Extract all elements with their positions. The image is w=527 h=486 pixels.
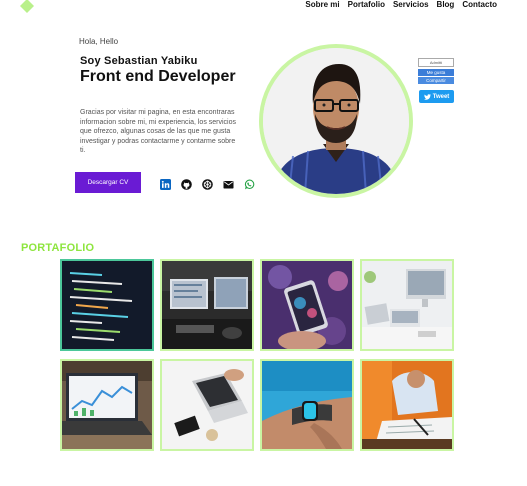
portfolio-item-analytics[interactable]: [60, 359, 154, 451]
whatsapp-icon[interactable]: [244, 179, 255, 190]
portfolio-item-phone[interactable]: [260, 259, 354, 351]
hero-intro: Gracias por visitar mi pagina, en esta e…: [80, 109, 236, 155]
download-cv-button[interactable]: Descargar CV: [75, 172, 141, 193]
greeting-text: Hola, Hello: [79, 37, 119, 46]
twitter-bird-icon: [423, 93, 431, 100]
mail-icon[interactable]: [223, 179, 234, 190]
nav-blog[interactable]: Blog: [437, 0, 455, 9]
widget-label: Admitti: [418, 58, 454, 67]
hero-role: Front end Developer: [80, 68, 236, 85]
portfolio-title: PORTAFOLIO: [21, 242, 95, 254]
top-nav: Sobre mi Portafolio Servicios Blog Conta…: [305, 0, 497, 9]
portfolio-grid: [60, 259, 456, 453]
social-links: [160, 179, 255, 190]
social-share-widget: Admitti Me gusta Compartir: [418, 58, 454, 84]
nav-contacto[interactable]: Contacto: [462, 0, 497, 9]
like-button[interactable]: Me gusta: [418, 69, 454, 76]
nav-portafolio[interactable]: Portafolio: [348, 0, 385, 9]
portfolio-item-workspace[interactable]: [360, 259, 454, 351]
portfolio-item-code[interactable]: [60, 259, 154, 351]
nav-sobre-mi[interactable]: Sobre mi: [305, 0, 339, 9]
portfolio-item-smartwatch[interactable]: [260, 359, 354, 451]
portfolio-item-notes[interactable]: [360, 359, 454, 451]
linkedin-icon[interactable]: [160, 179, 171, 190]
logo-diamond-icon[interactable]: [20, 0, 34, 13]
github-icon[interactable]: [181, 179, 192, 190]
nav-servicios[interactable]: Servicios: [393, 0, 429, 9]
tweet-button[interactable]: Tweet: [419, 90, 454, 103]
tweet-label: Tweet: [432, 93, 450, 100]
share-button[interactable]: Compartir: [418, 77, 454, 84]
hero-name: Soy Sebastian Yabiku: [80, 55, 198, 67]
profile-photo: [259, 44, 413, 198]
portfolio-item-laptop-desk[interactable]: [160, 359, 254, 451]
codepen-icon[interactable]: [202, 179, 213, 190]
portfolio-item-desk-monitors[interactable]: [160, 259, 254, 351]
